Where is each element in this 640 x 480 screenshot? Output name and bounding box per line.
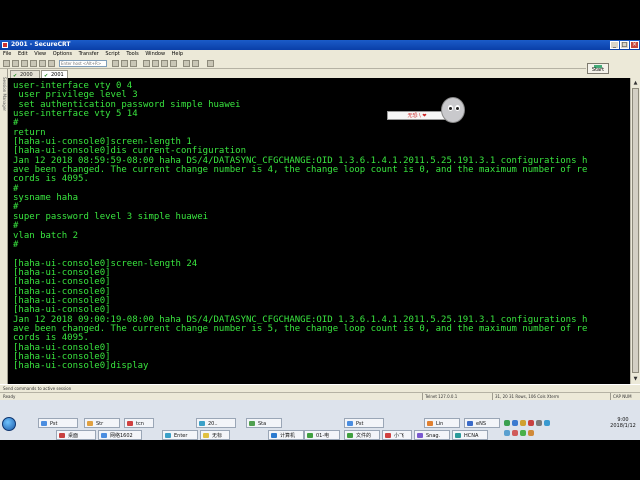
tab-2000[interactable]: ✔ 2000 — [10, 70, 40, 79]
status-ready: Ready — [3, 394, 16, 399]
windows-start-icon[interactable] — [2, 417, 16, 431]
menu-transfer[interactable]: Transfer — [79, 51, 99, 57]
connect-icon[interactable] — [3, 60, 10, 67]
menu-tools[interactable]: Tools — [126, 51, 138, 57]
taskbar-item[interactable]: Pst — [38, 418, 78, 428]
screen-border — [0, 440, 640, 480]
session-manager-sidebar[interactable]: Session Manager — [0, 69, 8, 384]
tray-volume-icon[interactable] — [536, 420, 542, 426]
system-clock[interactable]: 9:00 2018/1/12 — [608, 417, 638, 429]
window-title: 2001 - SecureCRT — [11, 41, 71, 48]
start-label: Start — [591, 67, 605, 73]
paste-icon[interactable] — [121, 60, 128, 67]
taskbar-item[interactable]: tcn — [124, 418, 154, 428]
session-manager-label: Session Manager — [2, 77, 7, 112]
menu-help[interactable]: Help — [172, 51, 183, 57]
taskbar-item[interactable]: Snag. — [414, 430, 450, 440]
taskbar-item[interactable]: 20.. — [196, 418, 236, 428]
toolbar — [0, 59, 640, 69]
tray-app-icon[interactable] — [512, 430, 518, 436]
script-icon[interactable] — [192, 60, 199, 67]
taskbar-item[interactable]: Lin — [424, 418, 460, 428]
taskbar-item[interactable]: Sta — [246, 418, 282, 428]
window-titlebar: 2001 - SecureCRT _ □ × — [0, 40, 640, 50]
windows-taskbar: Pst Str tcn 20.. Sta Pst Lin eNS 桌面 网络16… — [0, 400, 640, 440]
host-input[interactable] — [59, 60, 107, 67]
menu-bar: File Edit View Options Transfer Script T… — [0, 50, 640, 59]
tab-2001[interactable]: ✔ 2001 — [41, 70, 68, 79]
terminal-view[interactable]: user-interface vty 0 4 user privilege le… — [8, 78, 630, 384]
copy-icon[interactable] — [112, 60, 119, 67]
taskbar-item[interactable]: 网络1602 — [98, 430, 142, 440]
global-options-icon[interactable] — [161, 60, 168, 67]
cartoon-face-icon — [441, 97, 465, 123]
close-icon[interactable]: × — [630, 41, 639, 49]
taskbar-item[interactable]: 01-电 — [304, 430, 340, 440]
menu-window[interactable]: Window — [145, 51, 165, 57]
session-tab-strip: ✔ 2000 ✔ 2001 — [8, 69, 586, 79]
overlay-sticker: 无恐 \ ❤ — [385, 94, 470, 126]
taskbar-item[interactable]: 桌面 — [56, 430, 96, 440]
reconnect-icon[interactable] — [30, 60, 37, 67]
minimize-icon[interactable]: _ — [610, 41, 619, 49]
menu-file[interactable]: File — [3, 51, 11, 57]
help-icon[interactable] — [207, 60, 214, 67]
tray-network-icon[interactable] — [504, 420, 510, 426]
menu-options[interactable]: Options — [53, 51, 72, 57]
tray-app-icon[interactable] — [520, 430, 526, 436]
settings-icon[interactable] — [152, 60, 159, 67]
start-button[interactable]: Start — [587, 63, 609, 74]
taskbar-item[interactable]: Pst — [344, 418, 384, 428]
scroll-down-icon[interactable]: ▼ — [632, 375, 639, 383]
sticker-label: 无恐 \ ❤ — [387, 111, 447, 120]
tray-app-icon[interactable] — [520, 420, 526, 426]
status-bar-message: Send commands to active session — [0, 384, 640, 392]
tray-app-icon[interactable] — [504, 430, 510, 436]
taskbar-item[interactable]: 无标 — [200, 430, 230, 440]
taskbar-item[interactable]: 小飞 — [382, 430, 412, 440]
tray-app-icon[interactable] — [528, 430, 534, 436]
taskbar-item[interactable]: Str — [84, 418, 120, 428]
menu-script[interactable]: Script — [105, 51, 120, 57]
connect-tab-icon[interactable] — [21, 60, 28, 67]
find-icon[interactable] — [130, 60, 137, 67]
quick-connect-icon[interactable] — [12, 60, 19, 67]
taskbar-item[interactable]: eNS — [464, 418, 500, 428]
terminal-scrollbar[interactable]: ▲ ▼ — [630, 78, 640, 384]
terminal-output: user-interface vty 0 4 user privilege le… — [13, 81, 588, 372]
print-icon[interactable] — [143, 60, 150, 67]
taskbar-item[interactable]: Enter — [162, 430, 198, 440]
taskbar-item[interactable]: HCNA — [452, 430, 488, 440]
tray-app-icon[interactable] — [528, 420, 534, 426]
menu-edit[interactable]: Edit — [18, 51, 28, 57]
scroll-thumb[interactable] — [632, 88, 639, 373]
tray-app-icon[interactable] — [544, 420, 550, 426]
tray-app-icon[interactable] — [512, 420, 518, 426]
taskbar-item[interactable]: 文件的 — [344, 430, 380, 440]
disconnect-icon[interactable] — [39, 60, 46, 67]
clock-date: 2018/1/12 — [610, 423, 636, 429]
scroll-up-icon[interactable]: ▲ — [632, 79, 639, 87]
menu-view[interactable]: View — [34, 51, 46, 57]
securecrt-app-icon — [2, 42, 8, 48]
status-bar: Ready Telnet 127.0.0.1 31, 20 31 Rows, 1… — [0, 392, 640, 401]
status-message: Send commands to active session — [3, 386, 72, 391]
session-options-icon[interactable] — [48, 60, 55, 67]
maximize-icon[interactable]: □ — [620, 41, 629, 49]
taskbar-item[interactable]: 计算机 — [268, 430, 304, 440]
sftp-icon[interactable] — [183, 60, 190, 67]
keymap-icon[interactable] — [170, 60, 177, 67]
